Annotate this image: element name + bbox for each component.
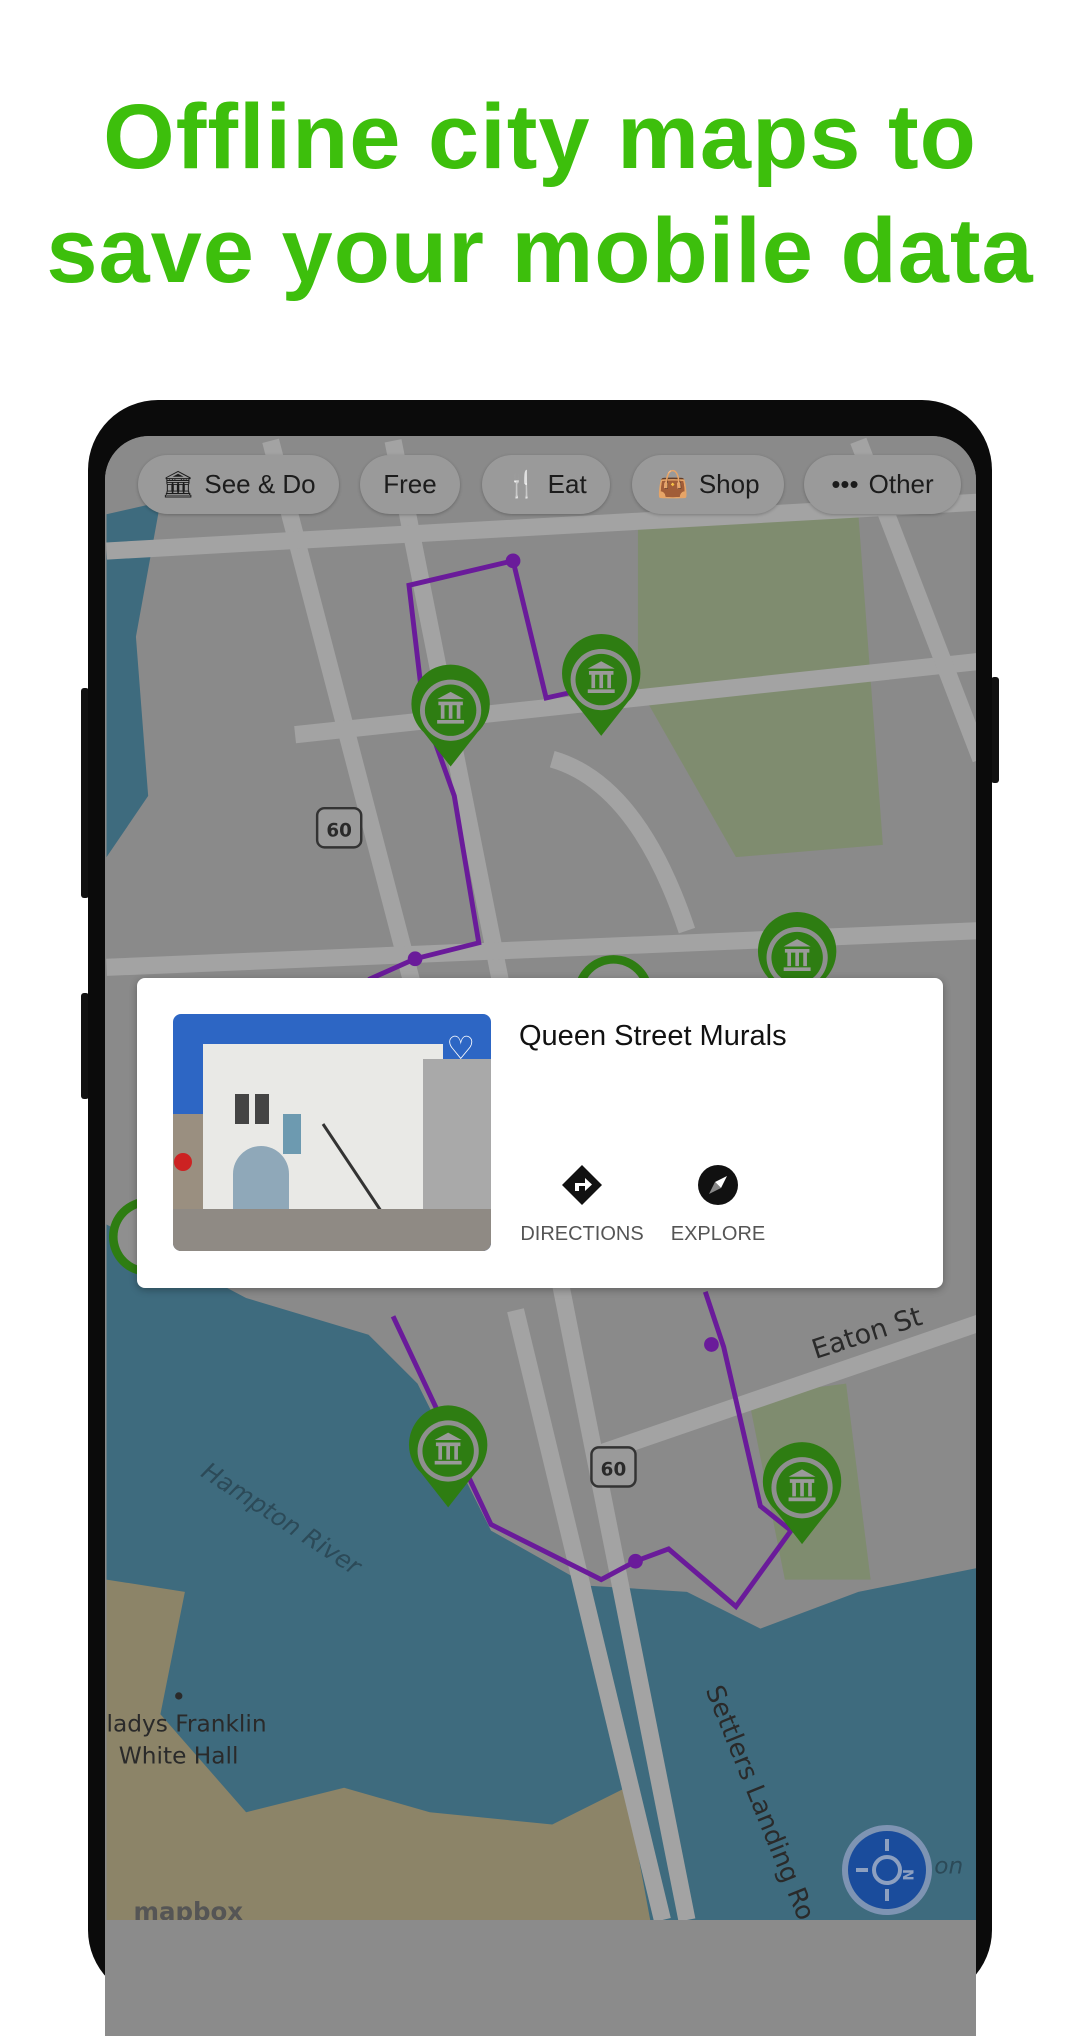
chip-free[interactable]: Free bbox=[360, 455, 460, 514]
directions-button[interactable]: DIRECTIONS bbox=[512, 1164, 652, 1246]
explore-button[interactable]: EXPLORE bbox=[648, 1164, 788, 1246]
more-dots-icon: ••• bbox=[831, 469, 859, 499]
compass-button[interactable]: N bbox=[842, 1825, 932, 1915]
chip-shop[interactable]: 👜 Shop bbox=[632, 455, 784, 514]
chip-eat[interactable]: 🍴 Eat bbox=[482, 455, 610, 514]
poi-label: ladys Franklin bbox=[107, 1710, 267, 1737]
highway-shield: 60 bbox=[601, 1460, 627, 1481]
chip-other[interactable]: ••• Other bbox=[804, 455, 961, 514]
chip-see-and-do[interactable]: 🏛 See & Do bbox=[138, 455, 339, 514]
map-edge-label: on bbox=[934, 1852, 963, 1879]
place-card[interactable]: ♡ Queen Street Murals DIRECTIONS EXPLORE bbox=[137, 978, 943, 1288]
shopping-bag-icon: 👜 bbox=[656, 469, 689, 499]
headline-line-1: Offline city maps to bbox=[103, 86, 977, 188]
compass-north-icon: N bbox=[856, 1839, 915, 1901]
phone-power-button bbox=[991, 677, 999, 783]
svg-text:N: N bbox=[899, 1869, 915, 1881]
headline: Offline city maps to save your mobile da… bbox=[0, 80, 1080, 308]
compass-icon bbox=[698, 1165, 738, 1205]
fork-knife-icon: 🍴 bbox=[505, 469, 538, 499]
highway-shield: 60 bbox=[326, 820, 352, 841]
heart-outline-icon[interactable]: ♡ bbox=[446, 1032, 475, 1064]
museum-icon: 🏛 bbox=[161, 469, 195, 499]
directions-icon bbox=[562, 1165, 602, 1205]
place-photo[interactable]: ♡ bbox=[173, 1014, 491, 1251]
headline-line-2: save your mobile data bbox=[46, 200, 1034, 302]
mapbox-attribution: mapbox bbox=[133, 1897, 243, 1920]
poi-label-2: White Hall bbox=[119, 1742, 239, 1769]
place-title: Queen Street Murals bbox=[519, 1020, 787, 1052]
